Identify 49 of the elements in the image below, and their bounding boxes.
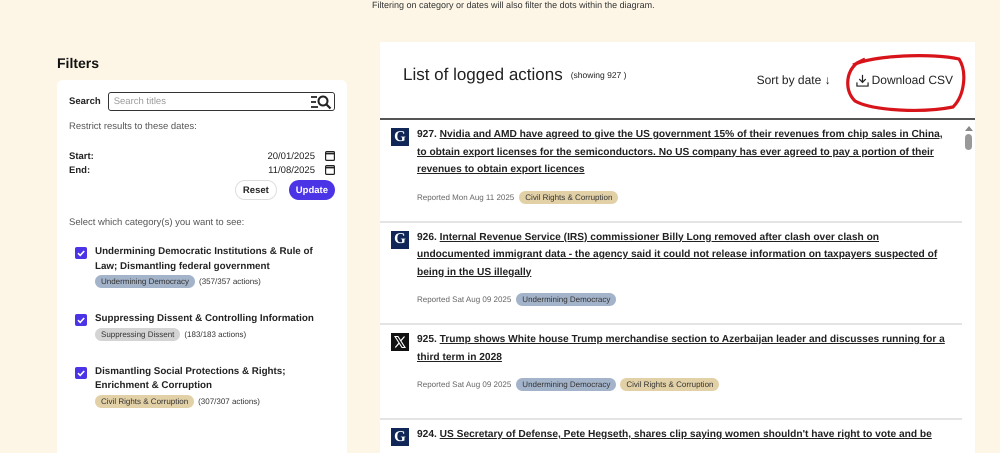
list-title: List of logged actions [403,65,563,85]
date-label: Start: [69,150,94,162]
category-checkbox[interactable] [75,314,87,326]
category-tag: Civil Rights & Corruption [620,378,720,391]
scrollbar-thumb[interactable] [965,134,972,150]
action-count: (183/183 actions) [184,330,246,338]
scroll-up-arrow-icon[interactable] [964,126,972,131]
filters-heading: Filters [57,55,100,71]
update-button[interactable]: Update [288,180,335,200]
category-checkbox[interactable] [75,366,87,378]
category-tag: Undermining Democracy [516,378,616,391]
categories-intro: Select which category(s) you want to see: [69,217,246,228]
calendar-icon[interactable] [325,165,335,175]
source-logo-icon: G [391,230,409,248]
x-logo-icon [391,333,409,351]
category-tag: Civil Rights & Corruption [519,190,618,204]
category-tag: Undermining Democracy [516,293,616,306]
source-logo-icon: G [391,128,409,146]
reported-date: Reported Mon Aug 11 2025 [417,192,514,202]
notice-text: Filtering on category or dates will also filter the dots within the diagram. [372,0,655,10]
search-field[interactable]: Search titles [108,92,335,111]
date-field[interactable]: 20/01/2025 [267,150,315,162]
category-title: Dismantling Social Protections & Rights; Enrichment & Corruption [95,364,287,393]
showing-count: (showing 927 ) [570,70,626,80]
action-title: 924. US Secretary of Defense, Pete Hegseth, shares clip saying women shouldn't have right to vote and be [417,428,933,442]
action-title: 926. Internal Revenue Service (IRS) commissioner Billy Long removed after clash over clash on undocumented immigrant data - the agency said it could not release information on taxpayers suspected of being in the US illegally [417,230,938,280]
category-tag: Civil Rights & Corruption [95,394,194,408]
source-logo-icon: G [391,428,409,446]
date-label: End: [69,164,90,176]
sort-button[interactable]: Sort by date ↓ [756,73,831,87]
action-count: (357/357 actions) [199,277,261,286]
category-tag: Suppressing Dissent [95,328,180,340]
category-title: Undermining Democratic Institutions & Rule of Law; Dismantling federal government [95,245,314,274]
date-field[interactable]: 11/08/2025 [268,164,315,176]
category-checkbox[interactable] [75,247,87,259]
category-tag: Undermining Democracy [95,275,196,288]
search-icon [310,94,332,110]
dates-intro: Restrict results to these dates: [69,121,198,132]
calendar-icon[interactable] [325,151,335,161]
download-csv-button[interactable]: Download CSV [856,73,953,87]
reported-date: Reported Sat Aug 09 2025 [417,295,512,304]
category-title: Suppressing Dissent & Controlling Information [95,312,315,326]
download-icon [856,74,869,86]
reset-button[interactable]: Reset [234,180,277,200]
action-title: 925. Trump shows White house Trump merchandise section to Azerbaijan leader and discusses running for a third term in 2028 [417,333,946,364]
action-title: 927. Nvidia and AMD have agreed to give the US government 15% of their revenues from chip sales in China, to obtain export licenses for the semiconductors. No US company has ever agreed to pay a portion of their revenues to obtain export licences [417,128,944,177]
reported-date: Reported Sat Aug 09 2025 [417,380,512,389]
action-count: (307/307 actions) [198,396,260,406]
search-label: Search [69,96,101,107]
